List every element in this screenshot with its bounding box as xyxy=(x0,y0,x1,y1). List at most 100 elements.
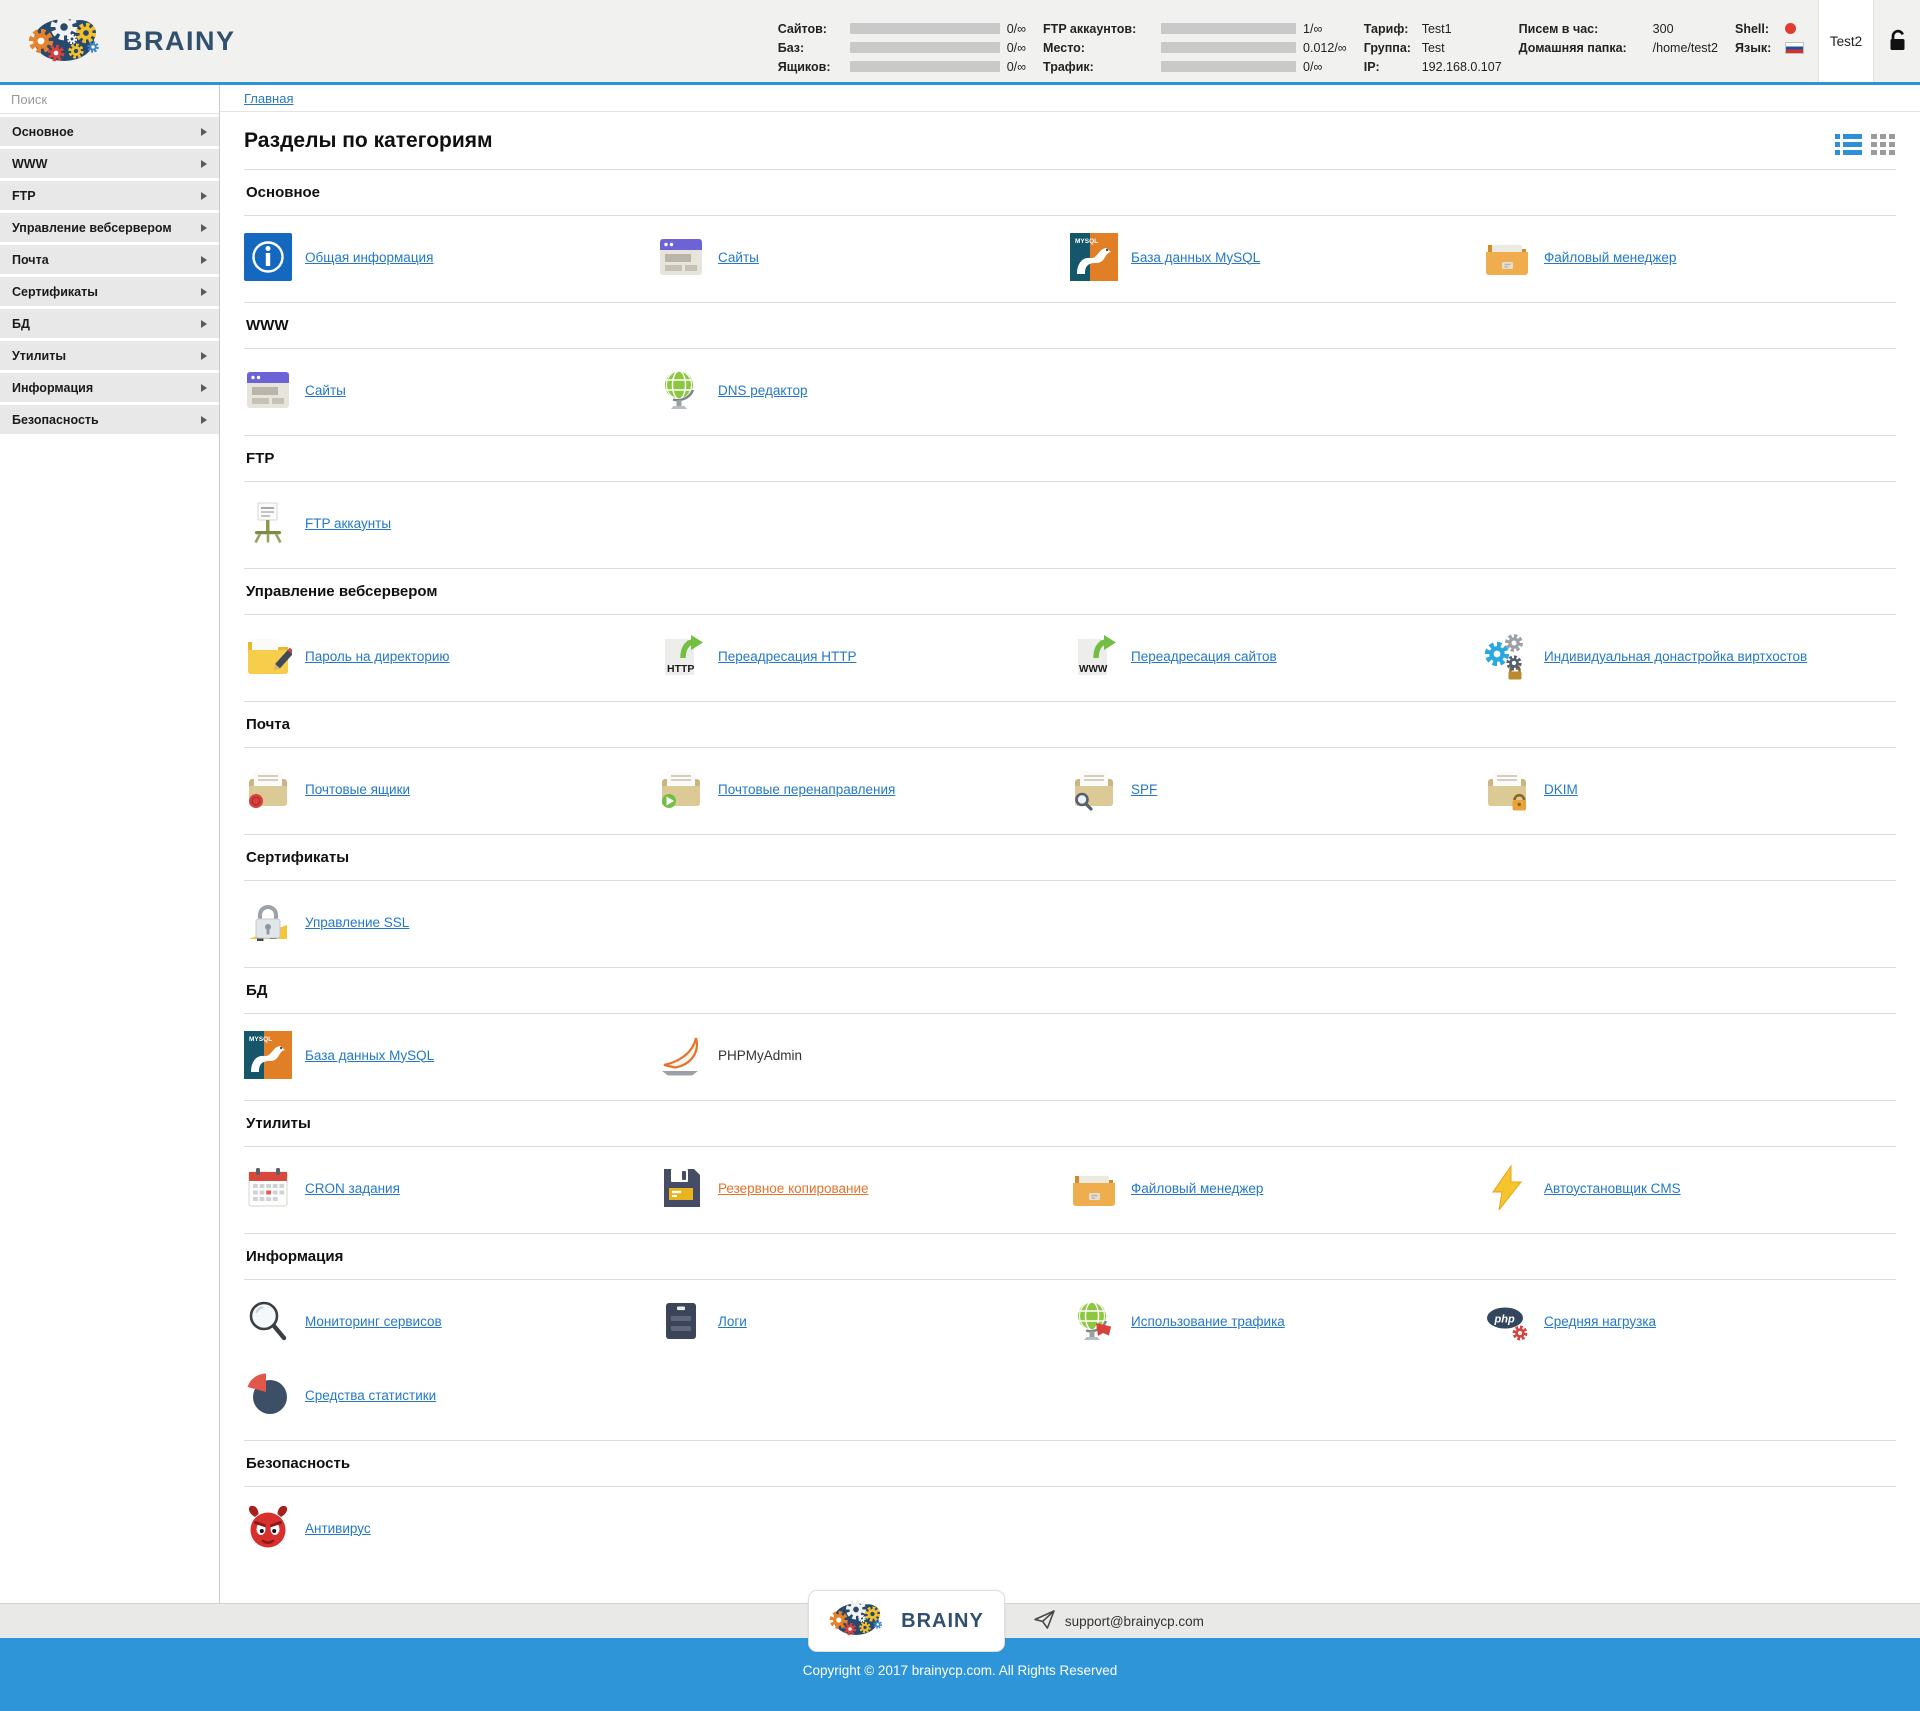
sidebar-item-www[interactable]: WWW xyxy=(0,149,219,178)
category-item-label[interactable]: Переадресация сайтов xyxy=(1131,649,1277,664)
stat-value: 0.012/∞ xyxy=(1303,41,1347,55)
stat-label: Ящиков: xyxy=(778,60,850,74)
category-item-label[interactable]: Индивидуальная донастройка виртхостов xyxy=(1544,649,1807,664)
category-item[interactable]: Общая информация xyxy=(244,233,657,281)
category-item-label[interactable]: Средняя нагрузка xyxy=(1544,1314,1656,1329)
category-item-label[interactable]: Автоустановщик CMS xyxy=(1544,1181,1681,1196)
category-item[interactable]: CRON задания xyxy=(244,1164,657,1212)
sidebar-item-сертификаты[interactable]: Сертификаты xyxy=(0,277,219,306)
category-item-label[interactable]: FTP аккаунты xyxy=(305,516,391,531)
category-item-label[interactable]: Мониторинг сервисов xyxy=(305,1314,442,1329)
category-item-label[interactable]: База данных MySQL xyxy=(305,1048,434,1063)
stat-value: 1/∞ xyxy=(1303,22,1322,36)
category-item[interactable]: Пароль на директорию xyxy=(244,632,657,680)
category-item[interactable]: Использование трафика xyxy=(1070,1297,1483,1345)
sidebar-item-label: Информация xyxy=(12,381,93,395)
language-label: Язык: xyxy=(1735,41,1779,55)
category-section: БДMYSQLБаза данных MySQLPHPMyAdmin xyxy=(244,967,1896,1100)
brainy-logo-text: BRAINY xyxy=(123,26,236,57)
sidebar-item-управление-вебсервером[interactable]: Управление вебсервером xyxy=(0,213,219,242)
sidebar-item-информация[interactable]: Информация xyxy=(0,373,219,402)
sidebar-item-основное[interactable]: Основное xyxy=(0,117,219,146)
info-label: Группа: xyxy=(1364,41,1416,55)
sidebar-item-безопасность[interactable]: Безопасность xyxy=(0,405,219,434)
category-item[interactable]: Файловый менеджер xyxy=(1483,233,1896,281)
ftp-accounts-icon xyxy=(244,499,292,547)
sidebar-item-почта[interactable]: Почта xyxy=(0,245,219,274)
category-item-label[interactable]: База данных MySQL xyxy=(1131,250,1260,265)
category-item[interactable]: Сайты xyxy=(244,366,657,414)
category-item-label[interactable]: Почтовые ящики xyxy=(305,782,410,797)
info-row: Домашняя папка:/home/test2 xyxy=(1519,38,1718,57)
chevron-right-icon xyxy=(201,352,207,360)
section-items: Антивирус xyxy=(244,1487,1896,1573)
sidebar-item-утилиты[interactable]: Утилиты xyxy=(0,341,219,370)
category-item-label[interactable]: Переадресация HTTP xyxy=(718,649,856,664)
category-item-label[interactable]: Логи xyxy=(718,1314,747,1329)
category-item[interactable]: PHPMyAdmin xyxy=(657,1031,1070,1079)
list-view-icon[interactable] xyxy=(1835,134,1862,157)
category-item[interactable]: Управление SSL xyxy=(244,898,657,946)
category-item[interactable]: Почтовые ящики xyxy=(244,765,657,813)
category-item-label[interactable]: SPF xyxy=(1131,782,1157,797)
category-item-label[interactable]: Антивирус xyxy=(305,1521,371,1536)
category-item[interactable]: Логи xyxy=(657,1297,1070,1345)
category-item[interactable]: Средства статистики xyxy=(244,1371,657,1419)
category-item[interactable]: Файловый менеджер xyxy=(1070,1164,1483,1212)
category-item-label[interactable]: Резервное копирование xyxy=(718,1181,869,1196)
category-item-label[interactable]: PHPMyAdmin xyxy=(718,1048,802,1063)
search-input[interactable] xyxy=(0,85,219,113)
chevron-right-icon xyxy=(201,224,207,232)
category-item-label[interactable]: Общая информация xyxy=(305,250,433,265)
username: Test2 xyxy=(1830,34,1862,49)
category-item-label[interactable]: DNS редактор xyxy=(718,383,807,398)
category-section: WWW Сайты DNS редактор xyxy=(244,302,1896,435)
category-item[interactable]: HTTPПереадресация HTTP xyxy=(657,632,1070,680)
category-item[interactable]: Сайты xyxy=(657,233,1070,281)
svg-text:MYSQL: MYSQL xyxy=(1075,238,1098,245)
category-item[interactable]: SPF xyxy=(1070,765,1483,813)
category-item[interactable]: Резервное копирование xyxy=(657,1164,1070,1212)
app-header: BRAINY Сайтов:0/∞Баз:0/∞Ящиков:0/∞ FTP а… xyxy=(0,0,1920,82)
category-item-label[interactable]: Сайты xyxy=(718,250,759,265)
phpmyadmin-icon xyxy=(657,1031,705,1079)
usage-stat-row: Баз:0/∞ xyxy=(778,38,1026,57)
section-items: Сайты DNS редактор xyxy=(244,349,1896,435)
category-item[interactable]: Индивидуальная донастройка виртхостов xyxy=(1483,632,1896,680)
category-item-label[interactable]: CRON задания xyxy=(305,1181,400,1196)
lock-icon[interactable] xyxy=(1874,0,1920,82)
category-item-label[interactable]: Средства статистики xyxy=(305,1388,436,1403)
info-value: Test1 xyxy=(1422,22,1452,36)
category-item-label[interactable]: Пароль на директорию xyxy=(305,649,450,664)
category-item-label[interactable]: DKIM xyxy=(1544,782,1578,797)
category-item[interactable]: MYSQLБаза данных MySQL xyxy=(244,1031,657,1079)
category-item[interactable]: FTP аккаунты xyxy=(244,499,657,547)
shell-status-icon xyxy=(1785,23,1796,34)
category-item-label[interactable]: Почтовые перенаправления xyxy=(718,782,895,797)
grid-view-icon[interactable] xyxy=(1871,134,1896,157)
category-item[interactable]: WWWПереадресация сайтов xyxy=(1070,632,1483,680)
category-item[interactable]: Мониторинг сервисов xyxy=(244,1297,657,1345)
category-item[interactable]: MYSQL База данных MySQL xyxy=(1070,233,1483,281)
breadcrumb-home-link[interactable]: Главная xyxy=(244,91,293,106)
category-item-label[interactable]: Файловый менеджер xyxy=(1131,1181,1263,1196)
category-item[interactable]: Почтовые перенаправления xyxy=(657,765,1070,813)
category-item[interactable]: Автоустановщик CMS xyxy=(1483,1164,1896,1212)
category-item[interactable]: DKIM xyxy=(1483,765,1896,813)
category-item-label[interactable]: Файловый менеджер xyxy=(1544,250,1676,265)
sidebar-item-ftp[interactable]: FTP xyxy=(0,181,219,210)
category-item[interactable]: Антивирус xyxy=(244,1504,657,1552)
category-section: СертификатыУправление SSL xyxy=(244,834,1896,967)
info-label: Писем в час: xyxy=(1519,22,1647,36)
category-item-label[interactable]: Сайты xyxy=(305,383,346,398)
info-row: IP:192.168.0.107 xyxy=(1364,57,1502,76)
category-item-label[interactable]: Управление SSL xyxy=(305,915,409,930)
sidebar-item-бд[interactable]: БД xyxy=(0,309,219,338)
user-menu-button[interactable]: Test2 xyxy=(1818,0,1874,82)
browser-icon xyxy=(657,233,705,281)
category-item[interactable]: phpСредняя нагрузка xyxy=(1483,1297,1896,1345)
section-title: WWW xyxy=(244,303,1896,349)
category-item[interactable]: DNS редактор xyxy=(657,366,1070,414)
section-title: Информация xyxy=(244,1234,1896,1280)
category-item-label[interactable]: Использование трафика xyxy=(1131,1314,1285,1329)
